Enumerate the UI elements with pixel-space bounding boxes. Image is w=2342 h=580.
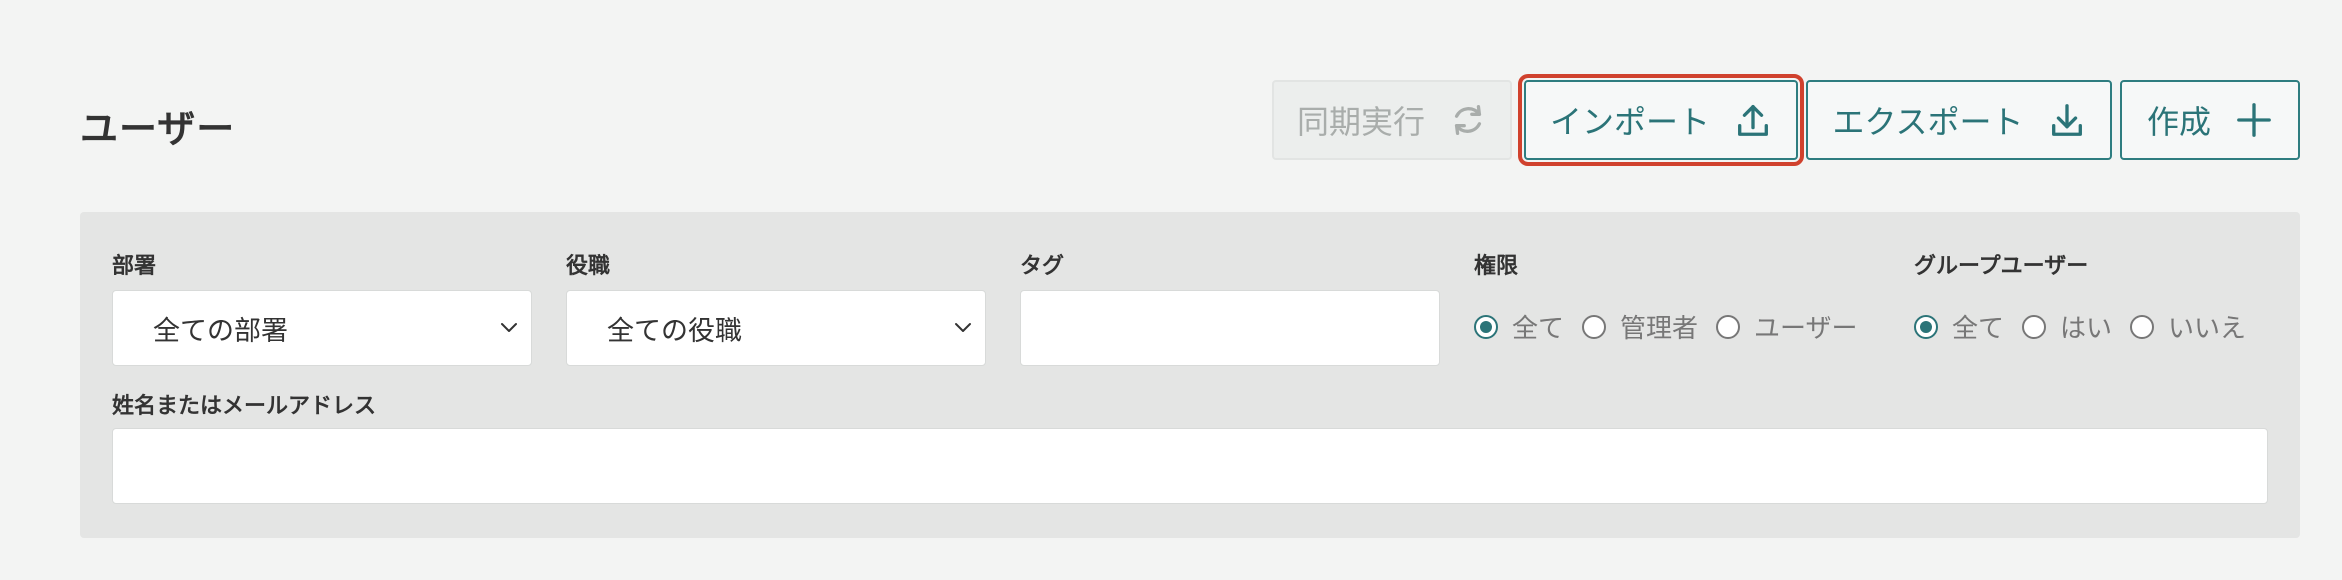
upload-icon (1738, 105, 1768, 136)
group-user-radio-all[interactable]: 全て (1914, 308, 2004, 345)
tag-input[interactable] (1020, 290, 1440, 366)
department-label: 部署 (112, 254, 157, 279)
position-select-value: 全ての役職 (607, 315, 742, 347)
position-select[interactable]: 全ての役職 (566, 290, 986, 366)
group-user-radio-group: 全て はい いいえ (1914, 308, 2264, 345)
permission-radio-user-label: ユーザー (1754, 314, 1858, 344)
department-select[interactable]: 全ての部署 (112, 290, 532, 366)
radio-unchecked-icon (1716, 314, 1741, 339)
permission-radio-user[interactable]: ユーザー (1716, 308, 1858, 345)
radio-unchecked-icon (2022, 314, 2047, 339)
radio-checked-icon (1474, 314, 1498, 339)
permission-radio-group: 全て 管理者 ユーザー (1474, 308, 1876, 345)
group-user-label: グループユーザー (1914, 254, 2089, 279)
permission-radio-admin[interactable]: 管理者 (1582, 308, 1698, 345)
sync-button-label: 同期実行 (1296, 103, 1425, 141)
name-email-input[interactable] (112, 428, 2268, 504)
sync-icon (1454, 105, 1482, 135)
export-button[interactable]: エクスポート (1806, 80, 2112, 160)
permission-radio-all-label: 全て (1512, 314, 1565, 344)
department-select-value: 全ての部署 (153, 315, 288, 347)
tag-label: タグ (1020, 254, 1065, 279)
name-email-label: 姓名またはメールアドレス (112, 394, 377, 419)
group-user-radio-all-label: 全て (1952, 314, 2005, 344)
position-label: 役職 (566, 254, 611, 279)
sync-button[interactable]: 同期実行 (1272, 80, 1512, 160)
chevron-down-icon (501, 323, 517, 332)
radio-unchecked-icon (2130, 314, 2155, 339)
create-button-label: 作成 (2146, 103, 2211, 141)
permission-radio-admin-label: 管理者 (1620, 314, 1699, 344)
plus-icon (2237, 103, 2271, 137)
group-user-radio-yes[interactable]: はい (2022, 308, 2112, 345)
download-icon (2051, 104, 2082, 136)
permission-radio-all[interactable]: 全て (1474, 308, 1564, 345)
radio-unchecked-icon (1582, 314, 1607, 339)
radio-checked-icon (1914, 314, 1938, 339)
import-button[interactable]: インポート (1518, 74, 1804, 166)
import-button-label: インポート (1549, 103, 1710, 141)
group-user-radio-no-label: いいえ (2168, 314, 2247, 344)
export-button-label: エクスポート (1832, 103, 2024, 141)
chevron-down-icon (955, 323, 971, 332)
create-button[interactable]: 作成 (2120, 80, 2300, 160)
page-title: ユーザー (80, 107, 236, 151)
group-user-radio-no[interactable]: いいえ (2130, 308, 2246, 345)
filter-panel: 部署 全ての部署 役職 全ての役職 タグ 権限 全て 管理者 ユーザー グループ… (80, 212, 2300, 538)
group-user-radio-yes-label: はい (2060, 314, 2113, 344)
permission-label: 権限 (1474, 254, 1519, 279)
